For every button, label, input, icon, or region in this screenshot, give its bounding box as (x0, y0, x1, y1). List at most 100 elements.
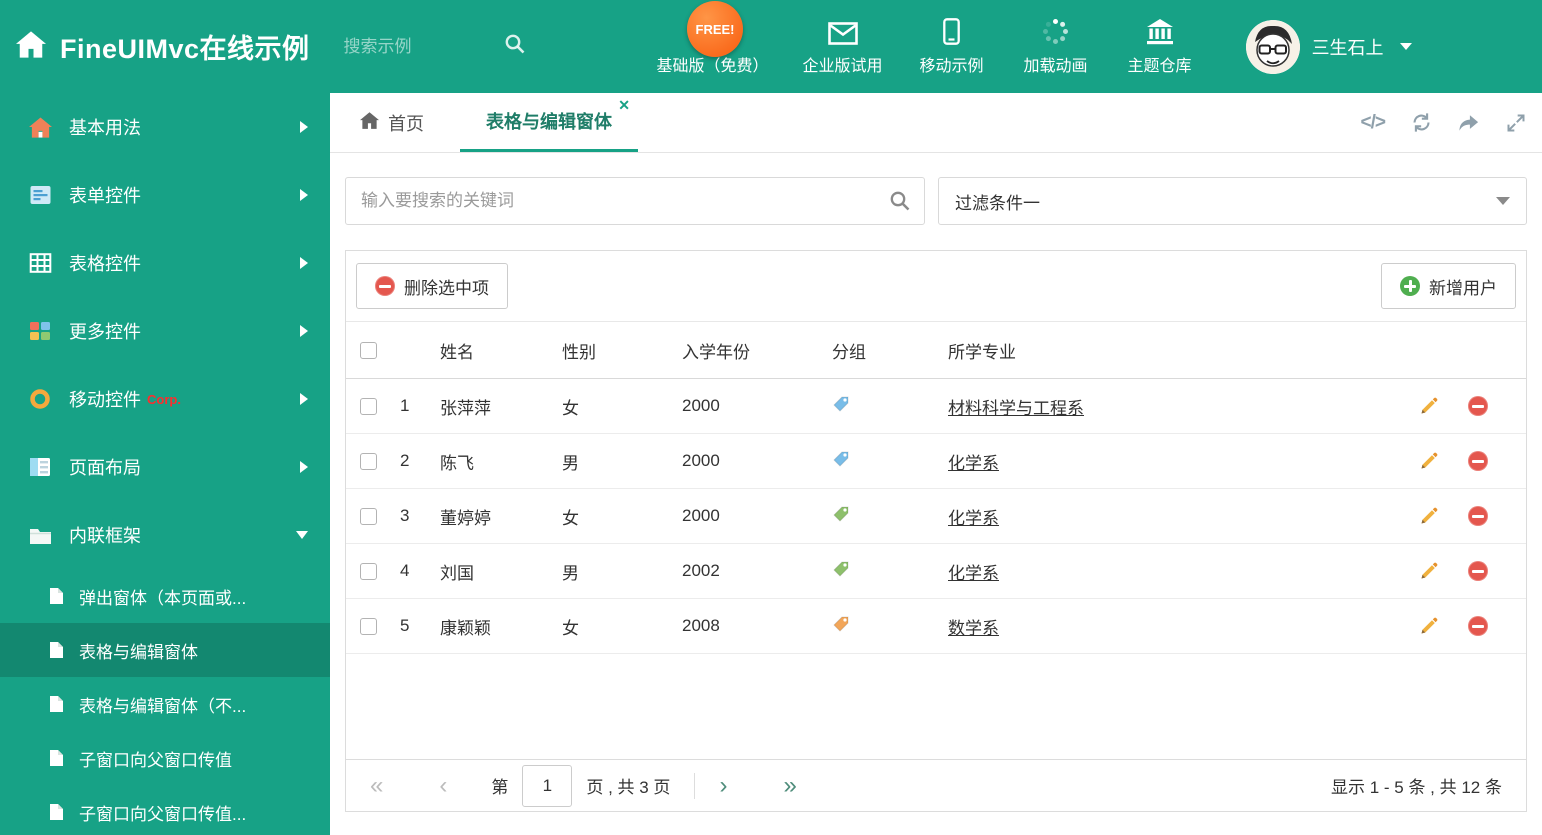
keyword-search[interactable] (345, 177, 925, 225)
search-icon[interactable] (889, 190, 911, 212)
select-all-checkbox[interactable] (360, 342, 377, 360)
edit-icon[interactable] (1419, 396, 1439, 416)
cell-row-number: 5 (400, 598, 440, 654)
header-search-input[interactable] (343, 36, 504, 57)
major-link[interactable]: 材料科学与工程系 (948, 399, 1084, 418)
tag-icon[interactable] (832, 450, 850, 468)
delete-icon[interactable] (1468, 451, 1488, 472)
row-checkbox[interactable] (360, 618, 377, 636)
header-search[interactable] (343, 33, 544, 60)
source-code-icon[interactable]: </> (1361, 112, 1387, 134)
tag-icon[interactable] (832, 560, 850, 578)
search-icon[interactable] (504, 33, 526, 60)
layout-icon (26, 457, 54, 477)
edit-icon[interactable] (1419, 561, 1439, 581)
tab-home[interactable]: 首页 (352, 93, 432, 152)
avatar[interactable] (1245, 19, 1300, 74)
blocks-icon (26, 321, 54, 341)
sidebar-item-basic-usage[interactable]: 基本用法 (0, 93, 330, 161)
row-checkbox[interactable] (360, 453, 377, 471)
free-badge: FREE! (687, 1, 743, 57)
tag-icon[interactable] (832, 615, 850, 633)
next-page-button[interactable]: › (719, 773, 727, 798)
grid-panel: 删除选中项 新增用户 姓名 性别 入学年份 分组 所学专业 1 张萍萍 女 20… (345, 250, 1527, 812)
nav-mobile-demo[interactable]: 移动示例 (900, 17, 1004, 76)
sidebar-item-grid-controls[interactable]: 表格控件 (0, 229, 330, 297)
file-icon (46, 587, 66, 605)
filter-dropdown[interactable]: 过滤条件一 (938, 177, 1527, 225)
keyword-search-input[interactable] (346, 191, 924, 211)
cell-gender: 男 (562, 433, 682, 489)
row-checkbox[interactable] (360, 508, 377, 526)
app-title: FineUIMvc在线示例 (60, 34, 310, 64)
user-name: 三生石上 (1311, 37, 1384, 58)
table-row: 1 张萍萍 女 2000 材料科学与工程系 (346, 378, 1526, 434)
delete-selected-button[interactable]: 删除选中项 (356, 263, 508, 309)
nav-theme-repo[interactable]: 主题仓库 (1108, 17, 1212, 76)
sidebar-subitem-label: 子窗口向父窗口传值 (79, 750, 232, 770)
major-link[interactable]: 化学系 (948, 454, 999, 473)
sidebar-subitem-child-to-parent-2[interactable]: 子窗口向父窗口传值... (0, 785, 330, 835)
spinner-icon (1042, 17, 1069, 45)
fullscreen-icon[interactable] (1506, 113, 1526, 133)
app-header: FineUIMvc在线示例 FREE! 基础版（免费） 企业版试用 移动示例 (0, 0, 1542, 93)
tab-grid-edit-window[interactable]: 表格与编辑窗体 ✕ (460, 93, 638, 152)
cell-year: 2000 (682, 433, 832, 489)
header-year: 入学年份 (682, 321, 832, 379)
header-group: 分组 (832, 321, 948, 379)
row-checkbox[interactable] (360, 398, 377, 416)
delete-icon[interactable] (1468, 396, 1488, 417)
home-icon (360, 111, 379, 134)
tag-icon[interactable] (832, 395, 850, 413)
major-link[interactable]: 化学系 (948, 564, 999, 583)
chevron-right-icon (300, 393, 308, 405)
data-grid: 姓名 性别 入学年份 分组 所学专业 1 张萍萍 女 2000 材料科学与工程系… (346, 321, 1526, 654)
delete-icon[interactable] (1468, 506, 1488, 527)
row-checkbox[interactable] (360, 563, 377, 581)
nav-enterprise-trial[interactable]: 企业版试用 (786, 17, 900, 76)
sidebar-item-label: 基本用法 (69, 118, 141, 138)
sidebar-item-mobile-controls[interactable]: 移动控件 Corp. (0, 365, 330, 433)
sidebar-item-page-layout[interactable]: 页面布局 (0, 433, 330, 501)
major-link[interactable]: 数学系 (948, 619, 999, 638)
envelope-icon (827, 17, 858, 45)
first-page-button[interactable]: « (370, 773, 383, 798)
nav-loading-animations[interactable]: 加载动画 (1004, 17, 1108, 76)
filter-row: 过滤条件一 (345, 177, 1527, 225)
open-in-new-window-icon[interactable] (1458, 113, 1480, 133)
delete-icon[interactable] (1468, 561, 1488, 582)
prev-page-button[interactable]: ‹ (439, 773, 447, 798)
delete-icon[interactable] (1468, 616, 1488, 637)
edit-icon[interactable] (1419, 506, 1439, 526)
cell-year: 2000 (682, 488, 832, 544)
tab-label: 首页 (388, 113, 424, 134)
sidebar-subitem-child-to-parent[interactable]: 子窗口向父窗口传值 (0, 731, 330, 785)
plus-circle-icon (1400, 276, 1420, 296)
header-checkbox-cell (346, 321, 400, 379)
nav-label: 加载动画 (1023, 58, 1088, 75)
user-menu[interactable]: 三生石上 (1245, 19, 1412, 74)
file-icon (46, 749, 66, 767)
tag-icon[interactable] (832, 505, 850, 523)
refresh-icon[interactable] (1411, 112, 1432, 133)
header-major: 所学专业 (948, 321, 1376, 379)
sidebar-subitem-popup-window[interactable]: 弹出窗体（本页面或... (0, 569, 330, 623)
sidebar-item-inline-frame[interactable]: 内联框架 (0, 501, 330, 569)
close-icon[interactable]: ✕ (618, 98, 630, 112)
add-user-button[interactable]: 新增用户 (1381, 263, 1516, 309)
delete-selected-label: 删除选中项 (404, 278, 489, 298)
sidebar-item-form-controls[interactable]: 表单控件 (0, 161, 330, 229)
sidebar-item-label: 表单控件 (69, 186, 141, 206)
major-link[interactable]: 化学系 (948, 509, 999, 528)
nav-label: 主题仓库 (1127, 58, 1192, 75)
sidebar-subitem-grid-edit-window-2[interactable]: 表格与编辑窗体（不... (0, 677, 330, 731)
edit-icon[interactable] (1419, 451, 1439, 471)
sidebar-subitem-grid-edit-window[interactable]: 表格与编辑窗体 (0, 623, 330, 677)
last-page-button[interactable]: » (783, 773, 796, 798)
sidebar: 基本用法 表单控件 表格控件 更多控件 移动控件 Corp. 页面布局 内联框架… (0, 93, 330, 835)
page-number-input[interactable] (522, 764, 573, 807)
edit-icon[interactable] (1419, 616, 1439, 636)
sidebar-subitem-label: 表格与编辑窗体（不... (79, 696, 247, 716)
app-logo[interactable]: FineUIMvc在线示例 (16, 27, 310, 66)
sidebar-item-more-controls[interactable]: 更多控件 (0, 297, 330, 365)
